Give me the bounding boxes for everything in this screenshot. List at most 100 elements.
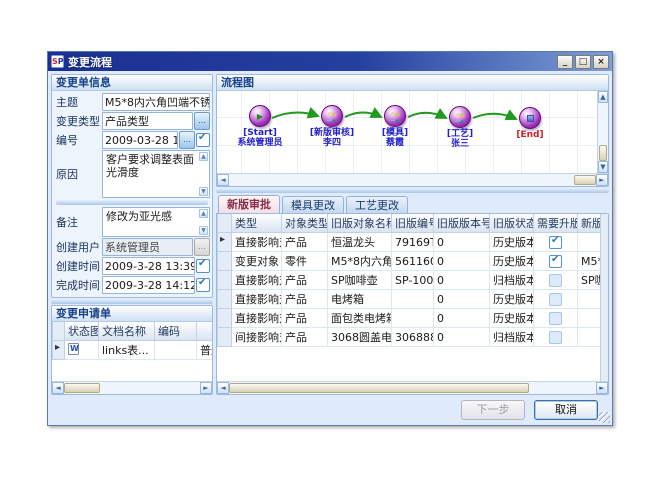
- col-doc-name[interactable]: 文档名称: [99, 322, 155, 341]
- table-header-row: 状态图 文档名称 编码: [53, 322, 213, 341]
- remark-label: 备注: [54, 214, 102, 230]
- scrollbar-track[interactable]: [529, 382, 596, 394]
- doc-code-cell: [155, 341, 197, 360]
- scroll-left-icon[interactable]: ◄: [217, 382, 229, 394]
- tab-new-version-approval[interactable]: 新版审批: [218, 195, 280, 213]
- maximize-button[interactable]: □: [575, 55, 591, 69]
- vertical-scrollbar[interactable]: ▲ ▼: [597, 91, 608, 173]
- scroll-up-icon[interactable]: ▲: [199, 209, 208, 218]
- upgrade-checkbox[interactable]: [549, 255, 562, 268]
- create-time-label: 创建时间: [54, 258, 102, 274]
- table-row[interactable]: 直接影响对象 产品 电烤箱 0 历史版本: [218, 290, 601, 309]
- table-row[interactable]: 变更对象 零件 M5*8内六角凹... 5611600 0 历史版本 M5*8: [218, 252, 601, 271]
- close-button[interactable]: ×: [593, 55, 609, 69]
- number-input[interactable]: 2009-03-28 13:39:01: [102, 131, 178, 149]
- horizontal-splitter[interactable]: [56, 200, 208, 205]
- cell-upgrade: [534, 252, 578, 271]
- flow-node-start[interactable]: ▶ [Start] 系统管理员: [232, 105, 288, 148]
- row-selector-header: [53, 322, 65, 341]
- create-time-input[interactable]: 2009-3-28 13:39:01: [102, 257, 195, 275]
- col-obj-type[interactable]: 对象类型: [282, 214, 328, 233]
- col-new-name[interactable]: 新版: [578, 214, 601, 233]
- flow-canvas[interactable]: ▶ [Start] 系统管理员 [新版审核] 李四: [217, 91, 597, 173]
- cell-old-name: 恒温龙头: [328, 233, 392, 252]
- scroll-up-icon[interactable]: ▲: [598, 91, 608, 103]
- scroll-right-icon[interactable]: ►: [596, 174, 608, 186]
- finish-time-checkbox[interactable]: [196, 278, 210, 292]
- flow-node-mold[interactable]: [模具] 蔡霞: [367, 105, 423, 148]
- number-checkbox[interactable]: [196, 133, 210, 147]
- table-row[interactable]: 间接影响对象 产品 3068圆盖电水壶 3068887 0 归档版本: [218, 328, 601, 347]
- horizontal-splitter[interactable]: [51, 299, 213, 304]
- change-type-input[interactable]: 产品类型: [102, 112, 193, 130]
- cell-type: 间接影响对象: [232, 328, 282, 347]
- scroll-up-icon[interactable]: ▲: [199, 152, 208, 161]
- scrollbar-thumb[interactable]: [599, 145, 607, 161]
- upgrade-checkbox[interactable]: [549, 293, 562, 306]
- scroll-down-icon[interactable]: ▼: [199, 226, 208, 235]
- horizontal-scrollbar[interactable]: ◄ ►: [217, 381, 608, 394]
- minimize-button[interactable]: _: [557, 55, 573, 69]
- change-type-picker-icon[interactable]: …: [194, 112, 210, 130]
- col-old-ver[interactable]: 旧版版本号: [434, 214, 490, 233]
- horizontal-splitter[interactable]: [216, 188, 609, 193]
- scrollbar-thumb[interactable]: [64, 383, 100, 393]
- panel-title-change-request: 变更申请单: [52, 306, 212, 322]
- table-row[interactable]: 直接影响对象 产品 恒温龙头 79169TC 0 历史版本: [218, 233, 601, 252]
- reason-textarea[interactable]: 客户要求调整表面光滑度 ▲ ▼: [102, 150, 210, 198]
- finish-time-input[interactable]: 2009-3-28 14:12:50: [102, 276, 195, 294]
- upgrade-checkbox[interactable]: [549, 331, 562, 344]
- upgrade-checkbox[interactable]: [549, 236, 562, 249]
- table-row[interactable]: links表... 普通: [53, 341, 213, 360]
- flow-node-review[interactable]: [新版审核] 李四: [304, 105, 360, 148]
- cell-old-name: 电烤箱: [328, 290, 392, 309]
- col-upgrade[interactable]: 需要升版: [534, 214, 578, 233]
- cell-old-ver: 0: [434, 328, 490, 347]
- table-row[interactable]: 直接影响对象 产品 面包类电烤箱 0 历史版本: [218, 309, 601, 328]
- scroll-down-icon[interactable]: ▼: [199, 187, 208, 196]
- scroll-down-icon[interactable]: ▼: [598, 161, 608, 173]
- col-old-code[interactable]: 旧版编号: [392, 214, 434, 233]
- flow-node-craft[interactable]: [工艺] 张三: [432, 106, 488, 149]
- scrollbar-track[interactable]: [100, 382, 200, 394]
- subject-input[interactable]: M5*8内六角凹端不锈钢紧固螺钉: [102, 93, 210, 111]
- scrollbar-track[interactable]: [229, 174, 574, 186]
- scrollbar-track[interactable]: [598, 103, 608, 145]
- horizontal-scrollbar[interactable]: ◄ ►: [217, 173, 608, 186]
- flow-node-end[interactable]: [End]: [502, 107, 558, 140]
- node-label: [新版审核]: [304, 128, 360, 138]
- cancel-button[interactable]: 取消: [534, 400, 598, 420]
- tab-mold-change[interactable]: 模具更改: [282, 196, 344, 213]
- resize-grip-icon[interactable]: [599, 412, 610, 423]
- upgrade-checkbox[interactable]: [549, 312, 562, 325]
- col-old-name[interactable]: 旧版对象名称: [328, 214, 392, 233]
- create-time-checkbox[interactable]: [196, 259, 210, 273]
- number-picker-icon[interactable]: …: [179, 131, 195, 149]
- row-selector: [218, 271, 232, 290]
- scroll-left-icon[interactable]: ◄: [217, 174, 229, 186]
- scroll-right-icon[interactable]: ►: [200, 382, 212, 394]
- title-bar[interactable]: SP 变更流程 _ □ ×: [48, 52, 612, 71]
- upgrade-checkbox[interactable]: [549, 274, 562, 287]
- remark-textarea[interactable]: 修改为亚光感 ▲ ▼: [102, 207, 210, 237]
- subject-label: 主题: [54, 94, 102, 110]
- remark-text: 修改为亚光感: [106, 210, 172, 223]
- tab-craft-change[interactable]: 工艺更改: [346, 196, 408, 213]
- scrollbar-thumb[interactable]: [229, 383, 529, 393]
- creator-input[interactable]: 系统管理员: [102, 238, 193, 256]
- table-row[interactable]: 直接影响对象 产品 SP咖啡壶 SP-1001 0 归档版本 SP咖: [218, 271, 601, 290]
- col-code[interactable]: 编码: [155, 322, 197, 341]
- vertical-scrollbar[interactable]: [600, 214, 608, 381]
- col-type[interactable]: 类型: [232, 214, 282, 233]
- scroll-right-icon[interactable]: ►: [596, 382, 608, 394]
- scrollbar-thumb[interactable]: [574, 175, 596, 185]
- next-button[interactable]: 下一步: [461, 400, 525, 420]
- cell-obj-type: 产品: [282, 328, 328, 347]
- cell-new-name: [578, 309, 601, 328]
- document-icon: [68, 343, 79, 355]
- horizontal-scrollbar[interactable]: ◄ ►: [52, 381, 212, 394]
- scroll-left-icon[interactable]: ◄: [52, 382, 64, 394]
- col-old-status[interactable]: 旧版状态: [490, 214, 534, 233]
- cell-old-code: SP-1001: [392, 271, 434, 290]
- col-status-icon[interactable]: 状态图: [65, 322, 99, 341]
